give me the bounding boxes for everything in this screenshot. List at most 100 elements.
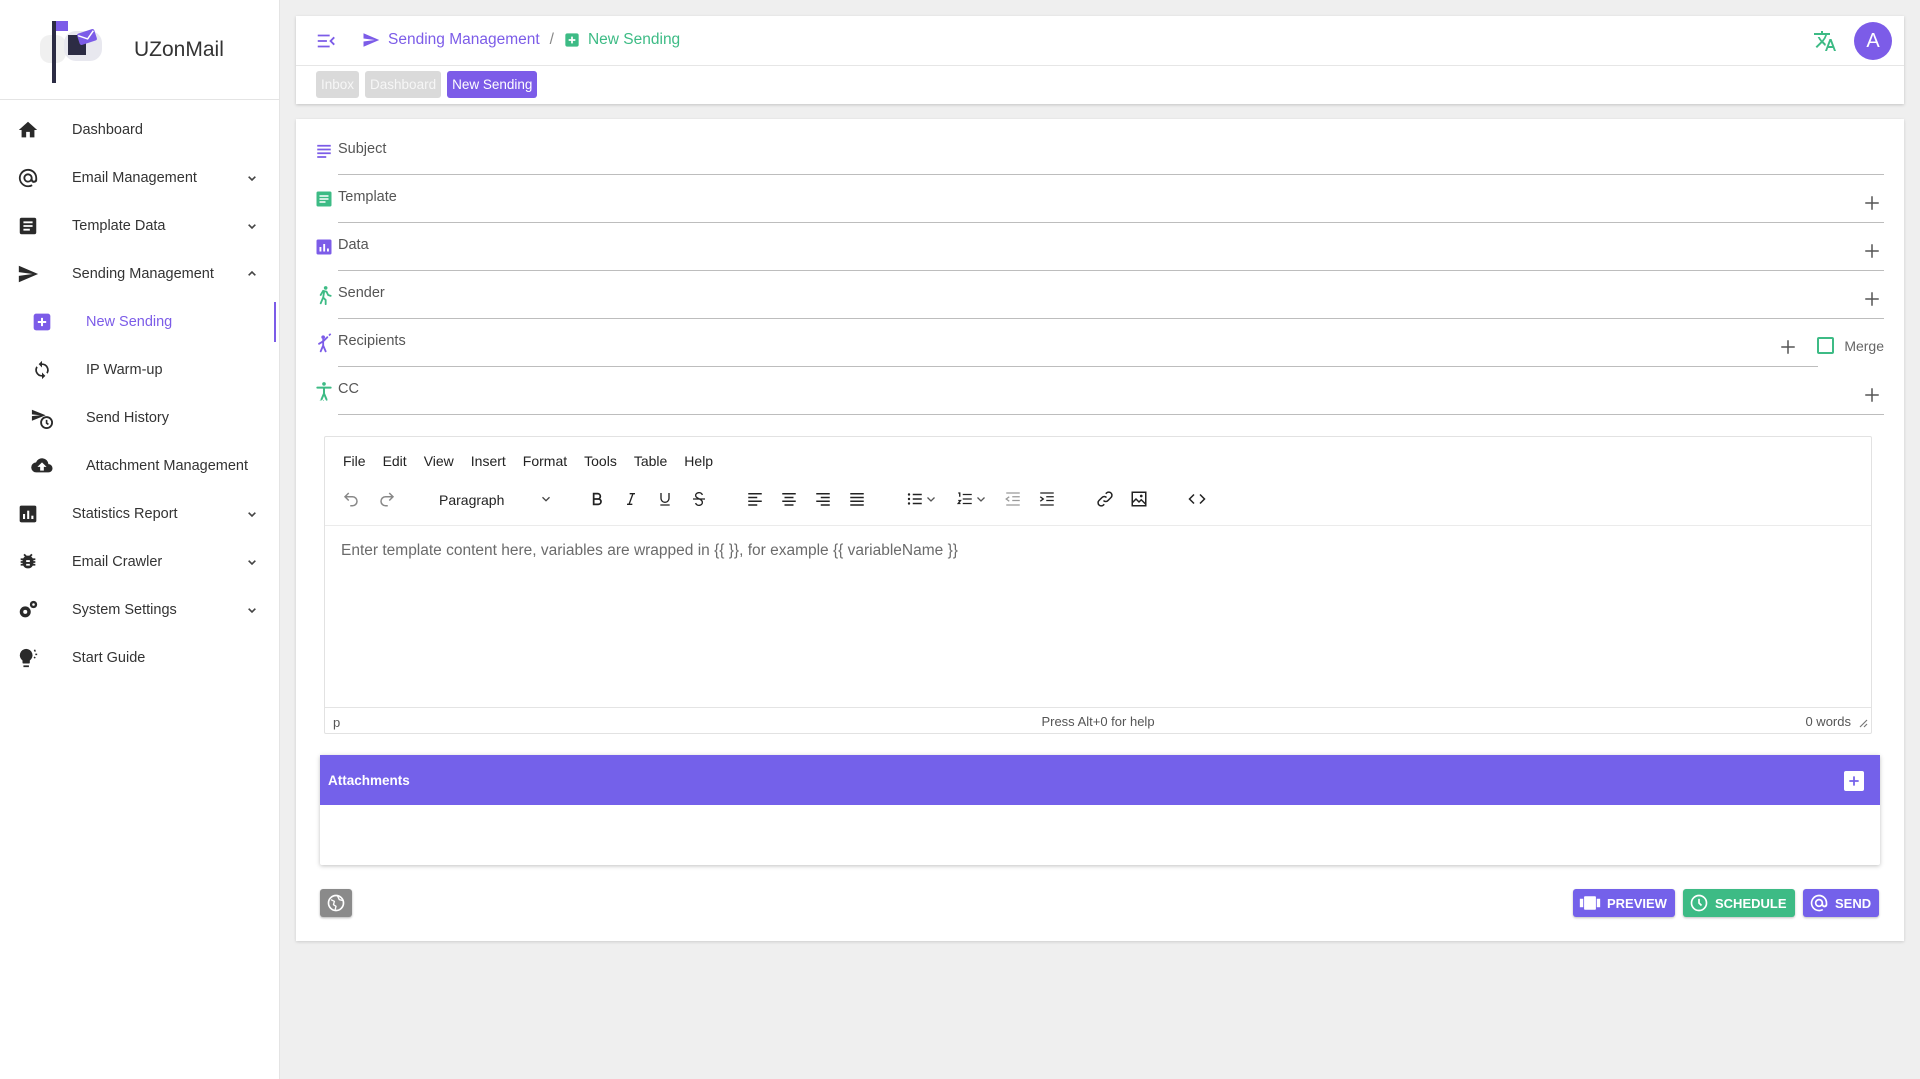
sidebar-item-label: Email Crawler: [72, 554, 163, 570]
sidebar-item-attachment-management[interactable]: Attachment Management: [0, 442, 279, 490]
globe-button[interactable]: [320, 889, 352, 917]
strikethrough-icon[interactable]: [685, 485, 713, 513]
add-recipients-icon[interactable]: [1776, 335, 1800, 359]
data-field[interactable]: Data: [312, 231, 1884, 271]
sidebar-item-statistics-report[interactable]: Statistics Report: [0, 490, 279, 538]
align-right-icon[interactable]: [809, 485, 837, 513]
clock-icon: [1690, 894, 1708, 912]
source-code-icon[interactable]: [1183, 485, 1211, 513]
menu-view[interactable]: View: [424, 453, 454, 469]
sidebar-item-label: Start Guide: [72, 650, 146, 666]
chart-icon: [16, 502, 40, 526]
breadcrumb-item-sending-management[interactable]: Sending Management: [362, 31, 540, 49]
field-underline: [338, 270, 1884, 271]
merge-checkbox-box[interactable]: [1817, 337, 1835, 354]
sidebar-item-template-data[interactable]: Template Data: [0, 202, 279, 250]
resize-handle-icon[interactable]: [1858, 716, 1868, 731]
sender-field[interactable]: Sender: [312, 279, 1884, 319]
editor-content-area[interactable]: Enter template content here, variables a…: [325, 525, 1871, 707]
menu-format[interactable]: Format: [523, 453, 567, 469]
template-field[interactable]: Template: [312, 183, 1884, 223]
bug-icon: [16, 550, 40, 574]
cc-field[interactable]: CC: [312, 375, 1884, 415]
align-justify-icon[interactable]: [843, 485, 871, 513]
subject-lines-icon: [312, 139, 336, 163]
merge-checkbox[interactable]: Merge: [1817, 337, 1884, 354]
redo-icon[interactable]: [373, 485, 401, 513]
tab-new-sending[interactable]: New Sending: [447, 71, 538, 98]
menu-insert[interactable]: Insert: [471, 453, 506, 469]
menu-edit[interactable]: Edit: [383, 453, 407, 469]
add-template-icon[interactable]: [1860, 191, 1884, 215]
add-cc-icon[interactable]: [1860, 383, 1884, 407]
sender-walk-icon: [312, 283, 336, 307]
add-data-icon[interactable]: [1860, 239, 1884, 263]
menu-help[interactable]: Help: [684, 453, 713, 469]
italic-icon[interactable]: [617, 485, 645, 513]
sidebar-item-ip-warm-up[interactable]: IP Warm-up: [0, 346, 279, 394]
at-icon: [16, 166, 40, 190]
sender-label: Sender: [338, 285, 385, 301]
numbered-list-dropdown-icon[interactable]: [973, 485, 989, 513]
preview-button[interactable]: PREVIEW: [1573, 889, 1675, 917]
field-underline: [338, 318, 1884, 319]
breadcrumb-label: Sending Management: [388, 31, 540, 48]
sidebar-item-sending-management[interactable]: Sending Management: [0, 250, 279, 298]
sidebar-item-new-sending[interactable]: New Sending: [0, 298, 279, 346]
sidebar-item-label: Attachment Management: [86, 458, 249, 474]
editor-menubar: File Edit View Insert Format Tools Table…: [343, 453, 730, 469]
word-count[interactable]: 0 words: [1805, 714, 1851, 729]
send-label: SEND: [1835, 895, 1872, 911]
editor-toolbar: Paragraph: [337, 485, 1867, 515]
plus-box-icon: [565, 33, 579, 47]
cc-label: CC: [338, 381, 359, 397]
block-format-value: Paragraph: [439, 492, 505, 508]
menu-collapse-icon[interactable]: [314, 29, 338, 53]
undo-icon[interactable]: [337, 485, 365, 513]
underline-icon[interactable]: [651, 485, 679, 513]
translate-icon[interactable]: [1812, 28, 1838, 54]
sidebar: UZonMail Dashboard Email Management Temp…: [0, 0, 280, 1079]
subject-field[interactable]: Subject: [312, 135, 1884, 175]
tab-inbox[interactable]: Inbox: [316, 71, 360, 98]
align-center-icon[interactable]: [775, 485, 803, 513]
sidebar-item-label: Statistics Report: [72, 506, 178, 522]
recipients-field[interactable]: Recipients Merge: [312, 327, 1884, 367]
schedule-button[interactable]: SCHEDULE: [1683, 889, 1795, 917]
menu-tools[interactable]: Tools: [584, 453, 617, 469]
user-avatar[interactable]: A: [1854, 22, 1892, 60]
link-icon[interactable]: [1091, 485, 1119, 513]
bullet-list-dropdown-icon[interactable]: [923, 485, 939, 513]
sidebar-item-email-management[interactable]: Email Management: [0, 154, 279, 202]
attachments-title: Attachments: [328, 772, 410, 788]
align-left-icon[interactable]: [741, 485, 769, 513]
indent-icon[interactable]: [1033, 485, 1061, 513]
new-sending-form: Subject Template Data Sender Recipients …: [296, 119, 1904, 941]
sidebar-item-system-settings[interactable]: System Settings: [0, 586, 279, 634]
preview-icon: [1579, 896, 1601, 910]
outdent-icon[interactable]: [999, 485, 1027, 513]
chevron-up-icon: [240, 262, 264, 286]
editor-statusbar: p Press Alt+0 for help 0 words: [325, 707, 1871, 733]
add-attachment-icon[interactable]: [1844, 771, 1864, 791]
send-button[interactable]: SEND: [1803, 889, 1880, 917]
tab-dashboard[interactable]: Dashboard: [365, 71, 442, 98]
menu-file[interactable]: File: [343, 453, 366, 469]
sidebar-item-dashboard[interactable]: Dashboard: [0, 106, 279, 154]
sidebar-item-start-guide[interactable]: Start Guide: [0, 634, 279, 682]
field-underline: [338, 222, 1884, 223]
send-icon: [363, 33, 380, 47]
add-sender-icon[interactable]: [1860, 287, 1884, 311]
sidebar-item-email-crawler[interactable]: Email Crawler: [0, 538, 279, 586]
top-header: Sending Management / New Sending A Inbox…: [296, 16, 1904, 104]
image-icon[interactable]: [1125, 485, 1153, 513]
send-clock-icon: [30, 406, 54, 430]
lightbulb-icon: [16, 646, 40, 670]
breadcrumb-item-new-sending: New Sending: [564, 31, 680, 49]
home-icon: [16, 118, 40, 142]
block-format-select[interactable]: Paragraph: [431, 487, 559, 513]
sidebar-item-send-history[interactable]: Send History: [0, 394, 279, 442]
bold-icon[interactable]: [583, 485, 611, 513]
menu-table[interactable]: Table: [634, 453, 667, 469]
attachments-header: Attachments: [320, 755, 1880, 805]
